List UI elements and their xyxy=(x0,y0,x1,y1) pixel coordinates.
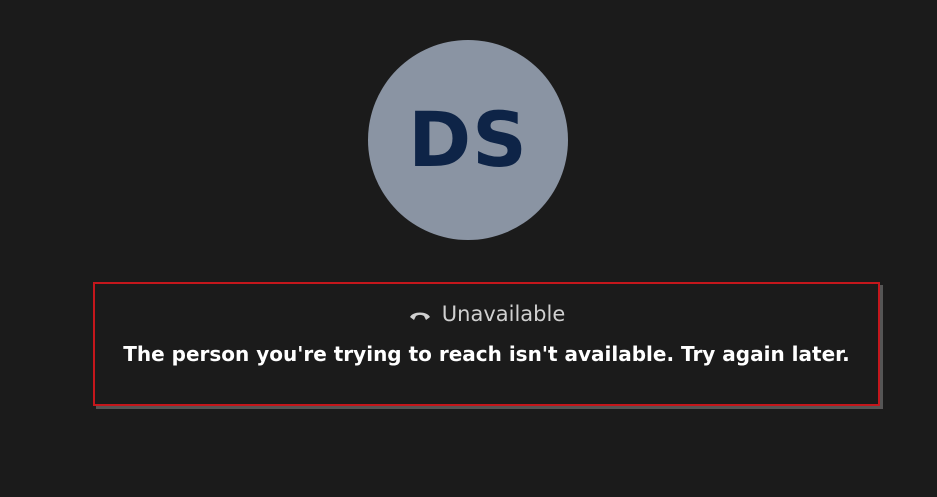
call-status-panel: Unavailable The person you're trying to … xyxy=(93,282,880,406)
hang-up-phone-icon xyxy=(408,307,432,321)
status-header: Unavailable xyxy=(95,302,878,326)
contact-avatar: DS xyxy=(368,40,568,240)
call-screen: DS Unavailable The person you're trying … xyxy=(0,0,937,497)
avatar-initials: DS xyxy=(408,95,528,184)
status-message: The person you're trying to reach isn't … xyxy=(123,342,850,366)
status-label: Unavailable xyxy=(441,302,566,326)
